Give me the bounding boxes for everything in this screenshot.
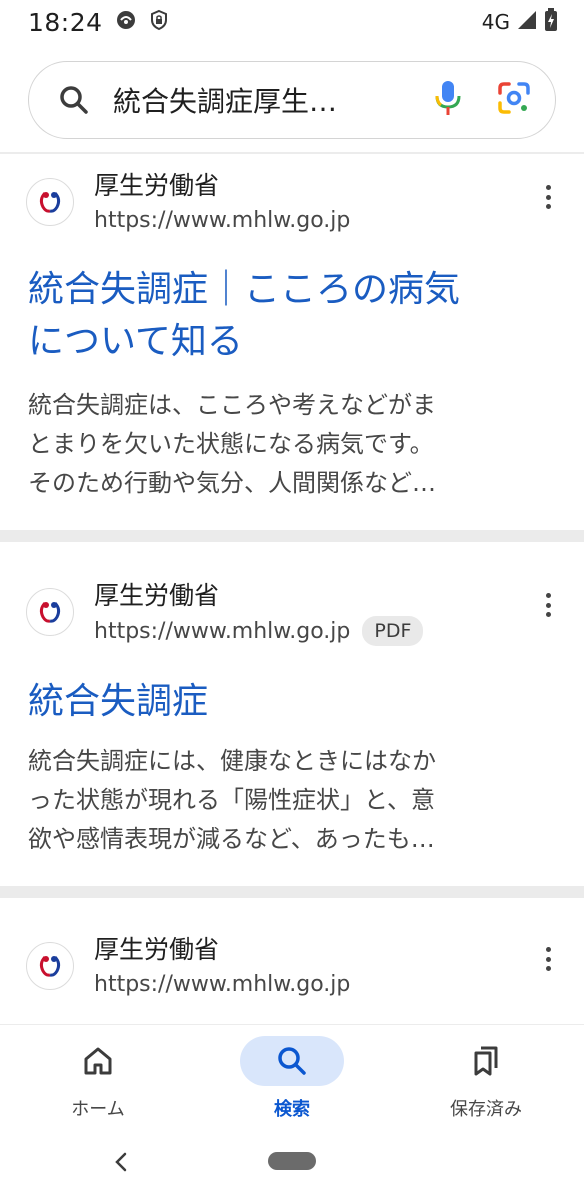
result-snippet: 統合失調症は、こころや考えなどがま とまりを欠いた状態になる病気です。 そのため… [28, 386, 558, 503]
search-icon [57, 83, 91, 117]
search-bar[interactable]: 統合失調症厚生… [28, 61, 556, 139]
nav-saved[interactable]: 保存済み [394, 1025, 574, 1129]
search-nav-icon [240, 1036, 344, 1086]
result-title-line: 統合失調症 [28, 681, 209, 722]
site-url: https://www.mhlw.go.jp [94, 972, 350, 997]
result-title-line: について知る [28, 321, 243, 362]
site-url: https://www.mhlw.go.jp PDF [94, 616, 424, 646]
snippet-line: そのため行動や気分、人間関係など… [28, 469, 436, 497]
signal-icon [516, 9, 538, 35]
nav-home-label: ホーム [71, 1099, 125, 1120]
more-options-icon[interactable] [536, 590, 560, 620]
site-url-text: https://www.mhlw.go.jp [94, 208, 351, 233]
search-result[interactable]: 厚生労働省 https://www.mhlw.go.jp PDF 統合失調症 統… [0, 542, 584, 888]
notification-icon [115, 9, 137, 35]
status-time: 18:24 [28, 7, 103, 37]
home-icon [46, 1036, 150, 1086]
more-options-icon[interactable] [536, 944, 560, 974]
site-favicon [26, 942, 74, 990]
nav-search-label: 検索 [274, 1099, 310, 1120]
status-right: 4G [482, 8, 558, 36]
lens-icon[interactable] [497, 81, 531, 119]
site-name: 厚生労働省 [94, 581, 220, 610]
result-title-link[interactable]: 統合失調症 [28, 676, 558, 728]
site-url-text: https://www.mhlw.go.jp [94, 972, 351, 997]
bottom-nav: ホーム 検索 保存済み [0, 1024, 584, 1128]
snippet-line: 統合失調症は、こころや考えなどがま [28, 391, 436, 419]
site-url-text: https://www.mhlw.go.jp [94, 618, 351, 644]
status-left-icons [115, 9, 169, 35]
snippet-line: 欲や感情表現が減るなど、あったも… [28, 825, 435, 853]
result-separator [0, 530, 584, 542]
site-name: 厚生労働省 [94, 171, 220, 200]
site-name: 厚生労働省 [94, 935, 220, 964]
search-result[interactable]: 厚生労働省 https://www.mhlw.go.jp 統合失調症｜こころの病… [0, 154, 584, 530]
battery-icon [544, 8, 558, 36]
nav-home[interactable]: ホーム [6, 1025, 186, 1129]
site-favicon [26, 178, 74, 226]
result-title-link[interactable]: 統合失調症｜こころの病気 について知る [28, 264, 558, 368]
result-title-line: 統合失調症｜こころの病気 [28, 269, 461, 310]
site-favicon [26, 588, 74, 636]
search-input[interactable]: 統合失調症厚生… [113, 80, 385, 120]
more-options-icon[interactable] [536, 182, 560, 212]
nav-search[interactable]: 検索 [200, 1025, 380, 1129]
home-pill[interactable] [268, 1152, 316, 1170]
snippet-line: った状態が現れる「陽性症状」と、意 [28, 786, 436, 814]
bookmarks-icon [434, 1036, 538, 1086]
snippet-line: 統合失調症には、健康なときにはなか [28, 747, 436, 775]
system-nav [0, 1128, 584, 1200]
search-result[interactable]: 厚生労働省 https://www.mhlw.go.jp [0, 898, 584, 1024]
search-actions [435, 80, 531, 120]
nav-saved-label: 保存済み [450, 1099, 522, 1120]
result-snippet: 統合失調症には、健康なときにはなか った状態が現れる「陽性症状」と、意 欲や感情… [28, 742, 558, 859]
vpn-shield-icon [149, 9, 169, 35]
site-url: https://www.mhlw.go.jp [94, 208, 350, 233]
back-chevron-icon[interactable] [110, 1150, 134, 1174]
status-bar: 18:24 4G [0, 0, 584, 44]
result-separator [0, 886, 584, 898]
pdf-badge: PDF [362, 616, 424, 646]
network-type: 4G [481, 10, 510, 34]
mic-icon[interactable] [435, 80, 461, 120]
snippet-line: とまりを欠いた状態になる病気です。 [28, 430, 434, 458]
